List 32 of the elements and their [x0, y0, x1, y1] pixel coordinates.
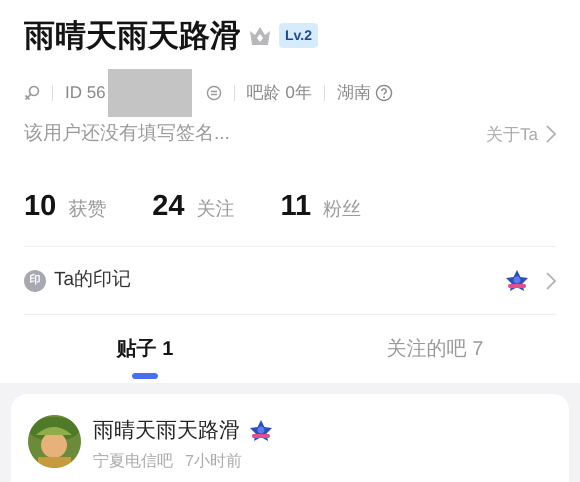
forum-name[interactable]: 宁夏电信吧: [93, 450, 173, 474]
bar-age: 吧龄 0年: [246, 82, 312, 104]
about-link[interactable]: 关于Ta: [486, 122, 556, 147]
post-card[interactable]: 雨晴天雨天路滑 宁夏电信吧 7小时前: [11, 394, 569, 482]
chevron-right-icon: [546, 272, 556, 290]
user-id: ID 56: [65, 82, 106, 104]
location: 湖南: [336, 82, 371, 104]
level-badge: Lv.2: [279, 23, 318, 48]
signature-text: 该用户还没有填写签名...: [24, 122, 230, 146]
stat-label[interactable]: 关注: [196, 196, 235, 224]
avatar[interactable]: [28, 415, 81, 468]
gender-female-icon: [24, 85, 40, 101]
star-medal-icon: [504, 268, 530, 292]
tab-indicator: [132, 373, 158, 379]
username: 雨晴天雨天路滑: [24, 20, 241, 51]
marks-label: Ta的印记: [54, 268, 132, 292]
help-icon[interactable]: [374, 84, 393, 102]
stat-label[interactable]: 获赞: [68, 196, 106, 224]
stat-label[interactable]: 粉丝: [323, 196, 362, 224]
copy-icon[interactable]: [206, 85, 222, 101]
star-medal-icon: [248, 418, 274, 443]
chevron-right-icon: [546, 125, 556, 144]
tab[interactable]: 贴子 1: [0, 315, 290, 383]
marks-row[interactable]: 印 Ta的印记: [24, 247, 556, 314]
post-time: 7小时前: [185, 452, 242, 472]
author-name: 雨晴天雨天路滑: [93, 418, 240, 444]
tab[interactable]: 关注的吧 7: [290, 315, 580, 383]
stat-count: 11: [280, 188, 312, 224]
stat-count: 24: [152, 188, 185, 224]
crown-icon: [249, 26, 271, 46]
stat-count: 10: [24, 188, 56, 224]
seal-icon: 印: [24, 270, 46, 292]
